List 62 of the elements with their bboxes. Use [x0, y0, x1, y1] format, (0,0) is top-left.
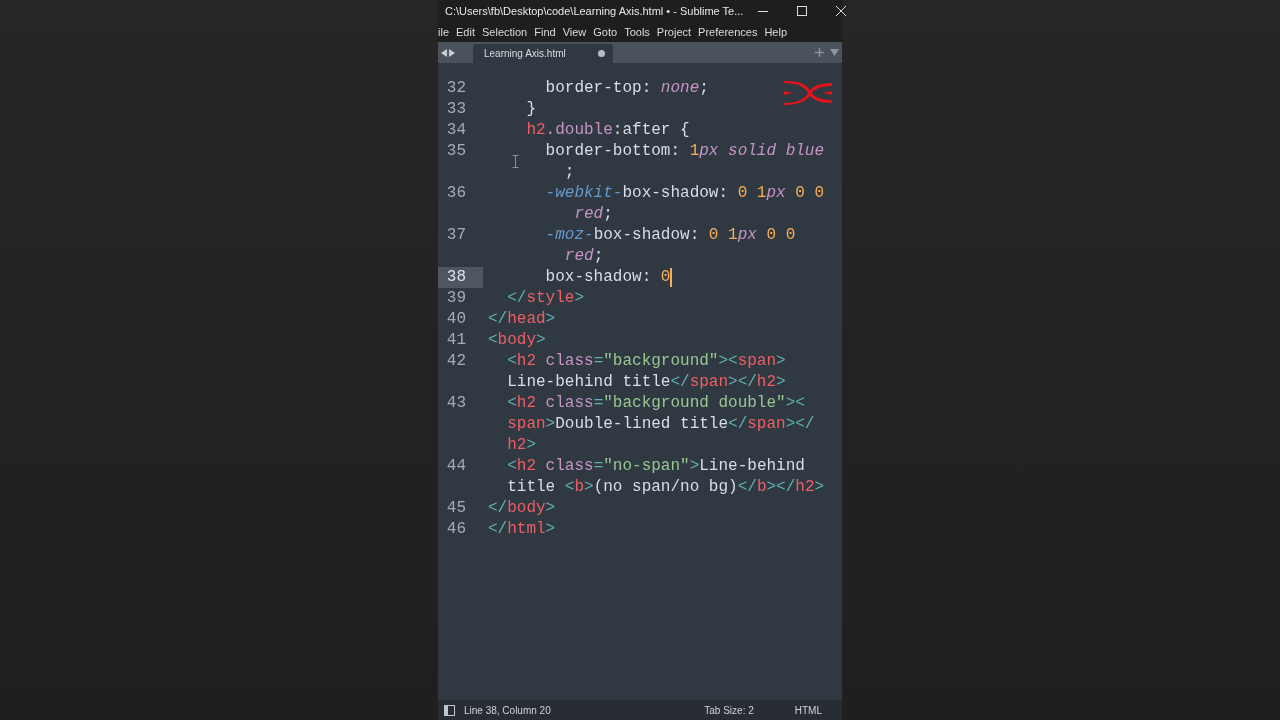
line-number: 38 — [438, 267, 483, 288]
back-arrow-icon[interactable] — [441, 49, 447, 57]
menu-item[interactable]: Goto — [590, 23, 621, 40]
editor-tab[interactable]: Learning Axis.html — [473, 44, 613, 63]
panel-toggle-icon[interactable] — [444, 704, 455, 716]
code-line: h2.double:after { — [526, 120, 690, 141]
code-line: </style> — [507, 288, 585, 309]
code-line: border-top: none; — [545, 78, 709, 99]
menu-item[interactable]: Help — [761, 23, 791, 40]
code-line: <body> — [488, 330, 546, 351]
dropdown-triangle-icon[interactable] — [830, 49, 839, 56]
line-number: 42 — [445, 351, 466, 372]
maximize-icon[interactable] — [796, 5, 807, 16]
code-line: -webkit-box-shadow: 0 1px 0 0 — [545, 183, 825, 204]
code-line: } — [526, 99, 536, 120]
line-number: 36 — [445, 183, 466, 204]
code-line: <h2 class="no-span">Line-behind — [507, 456, 805, 477]
code-line: span>Double-lined title</span></ — [507, 414, 815, 435]
code-line: Line-behind title</span></h2> — [507, 372, 786, 393]
line-number: 46 — [445, 519, 466, 540]
window-title: C:\Users\fb\Desktop\code\Learning Axis.html • - Sublime Te... — [445, 4, 744, 17]
line-number: 35 — [445, 141, 466, 162]
code-line: box-shadow: 0 — [545, 267, 671, 288]
syntax-mode[interactable]: HTML — [794, 704, 822, 716]
code-line: <h2 class="background double">< — [507, 393, 805, 414]
code-line: red; — [564, 246, 604, 267]
line-number: 43 — [445, 393, 466, 414]
menu-item[interactable]: Find — [531, 23, 559, 40]
line-number: 32 — [445, 78, 466, 99]
text-cursor-icon — [512, 155, 519, 168]
line-number: 34 — [445, 120, 466, 141]
code-line: h2> — [507, 435, 536, 456]
line-number: 33 — [445, 99, 466, 120]
code-line: red; — [574, 204, 613, 225]
code-line: </body> — [488, 498, 556, 519]
close-icon[interactable] — [835, 5, 846, 16]
line-number: 45 — [445, 498, 466, 519]
menu-item[interactable]: Tools — [621, 23, 653, 40]
code-line: <h2 class="background"><span> — [507, 351, 786, 372]
code-line: </html> — [488, 519, 556, 540]
code-line: border-bottom: 1px solid blue — [545, 141, 825, 162]
line-number: 37 — [445, 225, 466, 246]
menu-item[interactable]: Preferences — [695, 23, 761, 40]
cursor-position: Line 38, Column 20 — [464, 704, 552, 716]
swoosh-logo-icon — [783, 80, 833, 106]
code-line: -moz-box-shadow: 0 1px 0 0 — [545, 225, 796, 246]
line-number: 39 — [445, 288, 466, 309]
code-line: </head> — [488, 309, 556, 330]
menu-item[interactable]: Project — [653, 23, 695, 40]
code-line: title <b>(no span/no bg)</b></h2> — [507, 477, 825, 498]
text-caret — [670, 268, 673, 287]
menu-item[interactable]: Selection — [479, 23, 531, 40]
menu-item[interactable]: ile — [438, 23, 452, 40]
menu-item[interactable]: Edit — [453, 23, 478, 40]
menu-item[interactable]: View — [559, 23, 590, 40]
line-number: 41 — [445, 330, 466, 351]
forward-arrow-icon[interactable] — [449, 49, 455, 57]
tab-size[interactable]: Tab Size: 2 — [704, 704, 754, 716]
line-number: 44 — [445, 456, 466, 477]
plus-icon[interactable] — [815, 48, 824, 57]
code-line: ; — [564, 162, 575, 183]
line-number: 40 — [445, 309, 466, 330]
